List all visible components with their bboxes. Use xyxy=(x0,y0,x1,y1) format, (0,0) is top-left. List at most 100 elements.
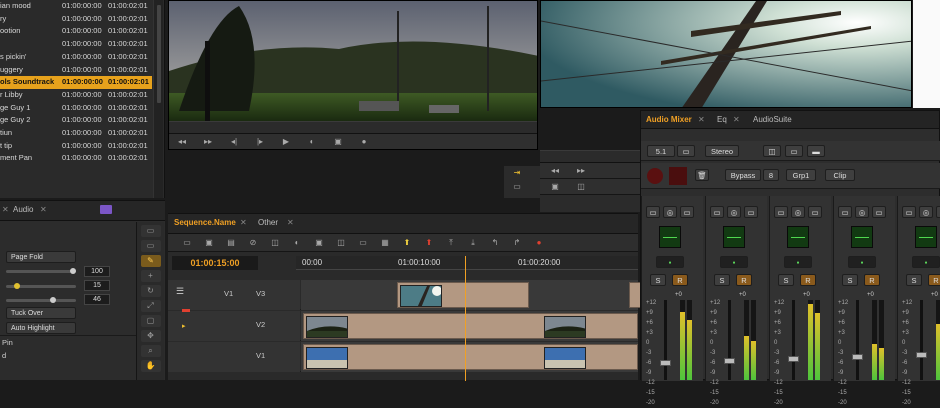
channel-icon-2[interactable]: ◎ xyxy=(855,206,869,218)
play-icon[interactable]: ▶ xyxy=(276,135,296,149)
group-select[interactable]: Grp1 xyxy=(786,169,816,181)
rec-step-fwd-icon[interactable]: ▸▸ xyxy=(571,164,591,178)
channel-rec-button[interactable]: R xyxy=(864,274,880,286)
track-lane[interactable] xyxy=(301,280,641,310)
channel-icon-3[interactable]: ▭ xyxy=(872,206,886,218)
clip[interactable] xyxy=(397,282,529,308)
bin-row[interactable]: s pickin' 01:00:00:00 01:00:02:01 xyxy=(0,51,152,64)
channel-rec-button[interactable]: R xyxy=(800,274,816,286)
page-fold-select[interactable]: Page Fold xyxy=(6,251,76,263)
bypass-button[interactable]: Bypass xyxy=(725,169,761,181)
channel-mute-icon[interactable]: ▪ xyxy=(720,256,748,268)
tab-audiosuite[interactable]: AudioSuite xyxy=(753,115,792,124)
mark-in-icon[interactable]: ◂| xyxy=(224,135,244,149)
tool-move-icon[interactable]: ✥ xyxy=(140,330,161,342)
channel-eq-display[interactable] xyxy=(915,226,937,248)
channel-solo-button[interactable]: S xyxy=(714,274,730,286)
channel-rec-button[interactable]: R xyxy=(672,274,688,286)
rec-mark-icon[interactable]: ▣ xyxy=(545,180,565,194)
tl-tool-5-icon[interactable]: ◫ xyxy=(267,236,283,250)
bin-row[interactable]: ge Guy 2 01:00:00:00 01:00:02:01 xyxy=(0,114,152,127)
slider-3-knob[interactable] xyxy=(50,297,56,303)
channel-eq-display[interactable] xyxy=(723,226,745,248)
tab-audio-close-icon[interactable]: ✕ xyxy=(40,205,47,214)
mode-icon-3[interactable]: ▬ xyxy=(807,145,825,157)
channel-icon-2[interactable]: ◎ xyxy=(663,206,677,218)
bin-row[interactable]: r Libby 01:00:00:00 01:00:02:01 xyxy=(0,89,152,102)
channel-icon-3[interactable]: ▭ xyxy=(680,206,694,218)
tab-mixer-close-icon[interactable]: ✕ xyxy=(698,115,705,124)
slider-1[interactable] xyxy=(6,268,76,274)
channel-mute-icon[interactable]: ▪ xyxy=(912,256,940,268)
rec-step-back-icon[interactable]: ◂◂ xyxy=(545,164,565,178)
channel-icon-1[interactable]: ▭ xyxy=(774,206,788,218)
channel-fader[interactable] xyxy=(916,300,927,380)
track-header[interactable]: V1 V3 xyxy=(168,280,300,310)
channel-icon-1[interactable]: ▭ xyxy=(902,206,916,218)
tl-tool-15-icon[interactable]: ↰ xyxy=(487,236,503,250)
track-header[interactable]: V1 xyxy=(168,342,300,372)
trash-icon[interactable]: 🗑 xyxy=(695,169,709,181)
tl-tool-10-icon[interactable]: ▦ xyxy=(377,236,393,250)
tl-tool-6-icon[interactable]: ◐ xyxy=(289,236,305,250)
bin-scrollbar[interactable] xyxy=(153,0,163,198)
playhead[interactable] xyxy=(465,256,466,381)
mode-icon-1[interactable]: ◫ xyxy=(763,145,781,157)
bin-row[interactable]: ment Pan 01:00:00:00 01:00:02:01 xyxy=(0,152,152,165)
mark-out-icon[interactable]: |▸ xyxy=(250,135,270,149)
channel-eq-display[interactable] xyxy=(659,226,681,248)
tab-close-icon[interactable]: ✕ xyxy=(2,205,9,214)
bin-row[interactable]: t tip 01:00:00:00 01:00:02:01 xyxy=(0,140,152,153)
fader-knob[interactable] xyxy=(916,352,927,358)
menu-icon[interactable] xyxy=(100,205,112,214)
timeline-ruler[interactable]: 00:00 01:00:10:00 01:00:20:00 xyxy=(296,256,638,270)
clip[interactable] xyxy=(303,344,638,370)
slider-1-knob[interactable] xyxy=(70,268,76,274)
bin-row[interactable]: 01:00:00:00 01:00:02:01 xyxy=(0,38,152,51)
channel-fader[interactable] xyxy=(788,300,799,380)
tl-tool-8-icon[interactable]: ◫ xyxy=(333,236,349,250)
value-3[interactable]: 46 xyxy=(84,294,110,305)
channel-fader[interactable] xyxy=(852,300,863,380)
mode-icon-2[interactable]: ▭ xyxy=(785,145,803,157)
track-lane[interactable] xyxy=(301,311,638,341)
tl-tool-9-icon[interactable]: ▭ xyxy=(355,236,371,250)
channel-icon-1[interactable]: ▭ xyxy=(838,206,852,218)
channel-rec-button[interactable]: R xyxy=(928,274,940,286)
tl-tool-4-icon[interactable]: ⊘ xyxy=(245,236,261,250)
rec-clear-icon[interactable]: ◫ xyxy=(571,180,591,194)
tl-tool-16-icon[interactable]: ↱ xyxy=(509,236,525,250)
tool-hand-icon[interactable]: ✋ xyxy=(140,360,161,372)
bin-row[interactable]: ry 01:00:00:00 01:00:02:01 xyxy=(0,13,152,26)
tab-eq[interactable]: Eq xyxy=(717,115,727,124)
overwrite-icon[interactable]: ▣ xyxy=(328,135,348,149)
tl-tool-2-icon[interactable]: ▣ xyxy=(201,236,217,250)
channel-icon-1[interactable]: ▭ xyxy=(710,206,724,218)
scroll-thumb[interactable] xyxy=(156,4,162,104)
tool-plus-icon[interactable]: + xyxy=(140,270,161,282)
bin-row[interactable]: ols Soundtrack 01:00:00:00 01:00:02:01 xyxy=(0,76,152,89)
tool-zoom-icon[interactable]: ⌕ xyxy=(140,345,161,357)
value-1[interactable]: 100 xyxy=(84,266,110,277)
channel-eq-display[interactable] xyxy=(851,226,873,248)
solo-button[interactable] xyxy=(669,167,687,185)
track-header[interactable]: V2 xyxy=(168,311,300,341)
tool-scale-icon[interactable]: ⤢ xyxy=(140,300,161,312)
add-edit-icon[interactable]: ⇥ xyxy=(507,166,527,180)
fader-knob[interactable] xyxy=(788,356,799,362)
bin-row[interactable]: uggery 01:00:00:00 01:00:02:01 xyxy=(0,64,152,77)
channel-icon-2[interactable]: ◎ xyxy=(791,206,805,218)
slider-2-knob[interactable] xyxy=(14,283,20,289)
channel-icon-2[interactable]: ◎ xyxy=(919,206,933,218)
step-back-icon[interactable]: ◂◂ xyxy=(172,135,192,149)
channel-mute-icon[interactable]: ▪ xyxy=(848,256,876,268)
tl-tool-3-icon[interactable]: ▤ xyxy=(223,236,239,250)
channel-solo-button[interactable]: S xyxy=(778,274,794,286)
timecode-display[interactable]: 01:00:15:00 xyxy=(172,256,258,270)
tool-crop-icon[interactable]: ▢ xyxy=(140,315,161,327)
lift-arrow-icon[interactable]: ⬆ xyxy=(399,236,415,250)
tl-tool-7-icon[interactable]: ▣ xyxy=(311,236,327,250)
record-button[interactable] xyxy=(647,168,663,184)
tab-eq-close-icon[interactable]: ✕ xyxy=(733,115,740,124)
channel-icon-1[interactable]: ▭ xyxy=(646,206,660,218)
